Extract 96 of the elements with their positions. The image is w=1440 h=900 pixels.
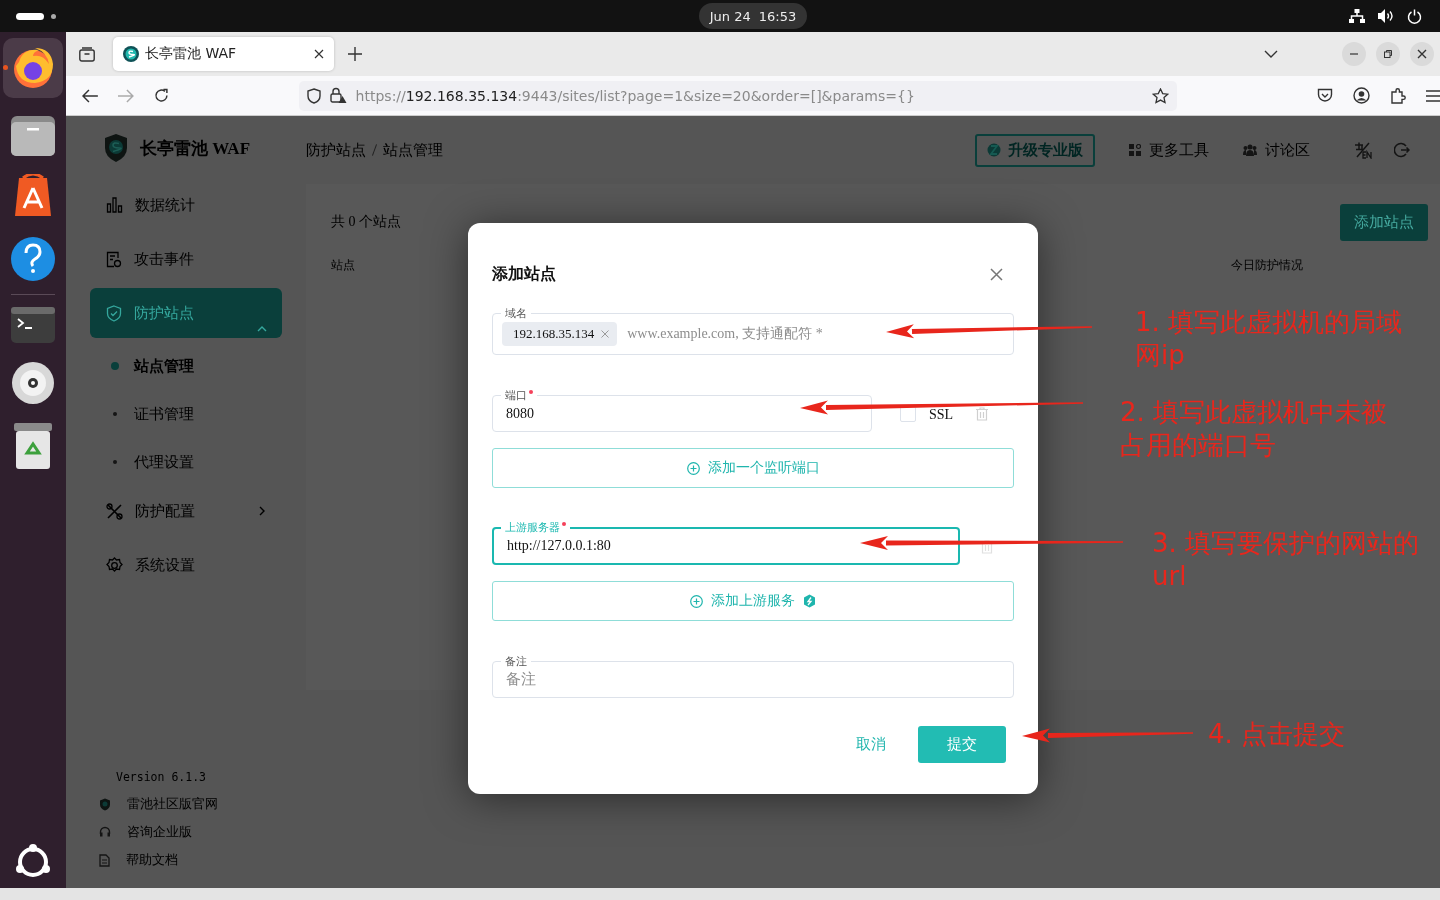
restore-icon	[1383, 49, 1393, 59]
brand-name: 长亭雷池 WAF	[140, 137, 251, 160]
upstream-input[interactable]: http://127.0.0.1:80	[494, 538, 958, 554]
new-tab-icon[interactable]	[348, 47, 362, 61]
annotation-text: 4. 点击提交	[1208, 718, 1347, 751]
tools-button[interactable]: 更多工具	[1117, 140, 1221, 160]
plus-circle-icon	[690, 594, 703, 608]
sidebar-item[interactable]: 攻击事件	[90, 234, 282, 284]
grid-icon	[1129, 144, 1141, 156]
shield-check-icon	[106, 304, 122, 322]
logout-icon[interactable]	[1394, 142, 1410, 158]
shield-logo-icon	[103, 133, 129, 163]
tab-list-icon[interactable]	[79, 46, 95, 62]
account-icon[interactable]	[1353, 87, 1370, 104]
people-icon	[1243, 144, 1257, 156]
delete-icon[interactable]	[981, 540, 993, 554]
add-site-button[interactable]: 添加站点	[1340, 203, 1428, 241]
field-label: 备注	[501, 654, 531, 668]
forum-button[interactable]: 讨论区	[1231, 140, 1322, 160]
sidebar-item[interactable]: 防护站点	[90, 288, 282, 338]
minimize-icon	[1350, 53, 1358, 55]
address-bar[interactable]: https://192.168.35.134:9443/sites/list?page=1&size=20&order=[]&params={}	[298, 80, 1177, 111]
ssl-label: SSL	[929, 407, 954, 423]
bar-chart-icon	[106, 197, 123, 213]
close-button[interactable]	[1410, 42, 1434, 66]
field-label: 域名	[501, 306, 531, 320]
sidebar-item[interactable]: 系统设置	[90, 540, 282, 590]
language-icon[interactable]	[1354, 141, 1372, 159]
annotation-text: 1. 填写此虚拟机的局域网ip	[1135, 306, 1403, 372]
workspace-dot	[51, 13, 56, 19]
minimize-button[interactable]	[1342, 42, 1366, 66]
domain-input[interactable]: www.example.com, 支持通配符 *	[627, 326, 1013, 342]
footer-link[interactable]: 帮助文档	[66, 846, 306, 874]
version-label: Version 6.1.3	[115, 770, 207, 784]
running-indicator	[3, 65, 8, 70]
column-header: 站点	[331, 257, 355, 274]
clock[interactable]: Jun 24 16:53	[699, 3, 807, 29]
restore-button[interactable]	[1376, 42, 1400, 66]
footer-link[interactable]: 咨询企业版	[66, 818, 306, 846]
sidebar-item[interactable]: 防护配置	[90, 486, 282, 536]
activities-indicator[interactable]	[16, 12, 44, 20]
headset-icon	[99, 826, 111, 838]
pocket-icon[interactable]	[1317, 88, 1333, 103]
tools-icon	[106, 502, 123, 520]
field-label: 上游服务器	[501, 520, 570, 534]
annotation-text: 3. 填写要保护的网站的url	[1152, 527, 1420, 593]
firefox-icon[interactable]	[11, 46, 55, 90]
sidebar-subitem[interactable]: 站点管理	[66, 342, 306, 390]
shield-logo-icon	[123, 46, 139, 62]
footer-link[interactable]: 雷池社区版官网	[66, 790, 306, 818]
network-icon[interactable]	[1349, 9, 1365, 23]
column-header: 今日防护情况	[1231, 257, 1303, 274]
upgrade-button[interactable]: 升级专业版	[975, 133, 1095, 167]
add-upstream-button[interactable]: 添加上游服务	[492, 581, 1014, 621]
back-icon[interactable]	[82, 88, 98, 103]
sidebar-subitem[interactable]: 证书管理	[66, 390, 306, 438]
field-label: 端口	[501, 388, 537, 402]
folder-icon[interactable]	[11, 116, 55, 156]
cancel-button[interactable]: 取消	[841, 726, 901, 763]
extensions-icon[interactable]	[1390, 87, 1406, 104]
logo-icon	[987, 142, 1001, 158]
submit-button[interactable]: 提交	[918, 726, 1006, 763]
port-input[interactable]: 8080	[493, 405, 871, 422]
browser-tab[interactable]: 长亭雷池 WAF	[113, 37, 334, 71]
breadcrumb-item[interactable]: 站点管理	[383, 140, 443, 160]
site-count: 共 0 个站点	[331, 213, 401, 231]
breadcrumb-item[interactable]: 防护站点	[306, 140, 366, 160]
sidebar-subitem[interactable]: 代理设置	[66, 438, 306, 486]
shield-icon[interactable]	[306, 87, 321, 104]
add-port-button[interactable]: 添加一个监听端口	[492, 448, 1014, 488]
sidebar-item[interactable]: 数据统计	[90, 180, 282, 230]
power-icon[interactable]	[1407, 8, 1422, 24]
menu-icon[interactable]	[1426, 89, 1440, 102]
annotation-text: 2. 填写此虚拟机中未被占用的端口号	[1120, 396, 1389, 462]
close-icon	[1417, 49, 1427, 59]
disc-icon[interactable]	[11, 361, 55, 405]
volume-icon[interactable]	[1378, 9, 1394, 23]
chevron-down-icon[interactable]	[1264, 50, 1278, 58]
lock-warning-icon[interactable]	[329, 87, 347, 104]
bookmark-star-icon[interactable]	[1152, 87, 1169, 104]
remark-input[interactable]: 备注	[493, 671, 1013, 688]
app-store-icon[interactable]	[13, 174, 53, 218]
domain-tag: 192.168.35.134	[502, 322, 618, 346]
document-icon	[99, 853, 110, 867]
reload-icon[interactable]	[153, 88, 169, 103]
gear-icon	[106, 556, 123, 574]
trash-icon[interactable]	[14, 423, 52, 469]
pro-badge-icon	[803, 594, 816, 608]
dock-separator	[11, 294, 55, 295]
plus-circle-icon	[686, 461, 700, 475]
close-icon[interactable]	[314, 49, 324, 59]
shield-logo-icon	[99, 797, 111, 811]
help-icon[interactable]	[10, 236, 56, 282]
document-icon	[106, 250, 122, 268]
dialog-title: 添加站点	[492, 263, 556, 284]
terminal-icon[interactable]	[11, 307, 55, 343]
